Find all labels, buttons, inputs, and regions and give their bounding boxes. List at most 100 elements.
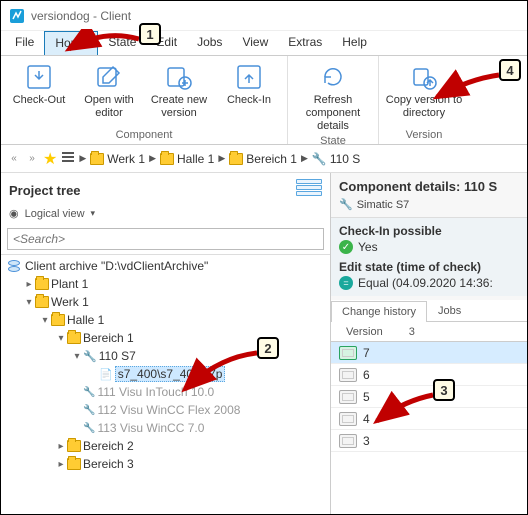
check-in-button[interactable]: Check-In: [217, 60, 281, 107]
chevron-right-icon: ▶: [149, 153, 156, 164]
breadcrumb-bereich[interactable]: Bereich 1: [229, 152, 297, 166]
version-icon: [339, 412, 357, 426]
view-mode-label: Logical view: [25, 208, 85, 220]
version-number: 4: [363, 412, 370, 426]
ribbon-group-component: Check-Out Open with editor Create new ve…: [1, 56, 288, 144]
tab-change-history[interactable]: Change history: [331, 301, 427, 322]
tree-bereich2[interactable]: ▸Bereich 2: [5, 437, 326, 455]
folder-icon: [67, 440, 81, 452]
component-type-row: 🔧 Simatic S7: [331, 198, 527, 217]
breadcrumb-bereich-label: Bereich 1: [246, 152, 297, 166]
arrow-2: [179, 347, 261, 397]
menu-extras[interactable]: Extras: [278, 31, 332, 55]
checkin-block: Check-In possible ✓ Yes Edit state (time…: [331, 217, 527, 296]
details-header: Component details: 110 S: [331, 173, 527, 198]
expand-icon[interactable]: ▸: [55, 459, 67, 470]
chevron-right-icon: ▶: [79, 153, 86, 164]
chevron-right-icon: ▶: [218, 153, 225, 164]
tree-label: Halle 1: [67, 313, 104, 327]
collapse-icon[interactable]: ▾: [23, 297, 35, 308]
view-mode-icon: ◉: [9, 207, 19, 220]
check-in-label: Check-In: [227, 94, 271, 107]
version-icon: [339, 390, 357, 404]
tree-label: Werk 1: [51, 295, 89, 309]
tree-archive-root[interactable]: Client archive "D:\vdClientArchive": [5, 257, 326, 275]
folder-icon: [90, 153, 104, 165]
tree-112[interactable]: 🔧112 Visu WinCC Flex 2008: [5, 401, 326, 419]
menu-help[interactable]: Help: [332, 31, 377, 55]
check-out-icon: [24, 62, 54, 92]
nav-fwd-icon[interactable]: »: [25, 152, 39, 166]
column-3: 3: [398, 322, 426, 341]
callout-2: 2: [257, 337, 279, 359]
version-number: 6: [363, 368, 370, 382]
tree-111[interactable]: 🔧111 Visu InTouch 10.0: [5, 383, 326, 401]
breadcrumb-bar: « » ★ ▶ Werk 1 ▶ Halle 1 ▶ Bereich 1 ▶ 🔧…: [1, 145, 527, 173]
breadcrumb-device-label: 110 S: [330, 152, 360, 166]
folder-icon: [35, 278, 49, 290]
version-icon: [339, 368, 357, 382]
ribbon-group-state: Refresh component details State: [288, 56, 379, 144]
expand-icon[interactable]: ▸: [55, 441, 67, 452]
project-tree-header: Project tree: [1, 173, 330, 207]
search-input[interactable]: [7, 228, 324, 250]
nav-back-icon[interactable]: «: [7, 152, 21, 166]
refresh-details-button[interactable]: Refresh component details: [294, 60, 372, 134]
ribbon-group-component-label: Component: [116, 128, 173, 142]
version-header-row: Version 3: [331, 322, 527, 342]
view-mode-row[interactable]: ◉ Logical view ▾: [1, 207, 330, 226]
version-row[interactable]: 6: [331, 364, 527, 386]
device-icon: 🔧: [83, 423, 95, 434]
component-type: Simatic S7: [357, 199, 410, 211]
tree-bereich3[interactable]: ▸Bereich 3: [5, 455, 326, 473]
version-number: 7: [363, 346, 370, 360]
tree-label: Client archive "D:\vdClientArchive": [25, 259, 208, 273]
tree-113[interactable]: 🔧113 Visu WinCC 7.0: [5, 419, 326, 437]
callout-4: 4: [499, 59, 521, 81]
version-number: 3: [363, 434, 370, 448]
version-row[interactable]: 7: [331, 342, 527, 364]
tree-werk1[interactable]: ▾ Werk 1: [5, 293, 326, 311]
callout-1: 1: [139, 23, 161, 45]
create-version-button[interactable]: Create new version: [147, 60, 211, 120]
menu-file[interactable]: File: [5, 31, 44, 55]
list-icon[interactable]: [61, 150, 75, 167]
pencil-icon: [94, 62, 124, 92]
device-icon: 🔧: [83, 405, 95, 416]
collapse-icon[interactable]: ▾: [71, 351, 83, 362]
version-row[interactable]: 3: [331, 430, 527, 452]
server-icon[interactable]: [296, 179, 322, 201]
tree-plant1[interactable]: ▸Plant 1: [5, 275, 326, 293]
archive-icon: [7, 260, 21, 272]
collapse-icon[interactable]: ▾: [55, 333, 67, 344]
tree-halle1[interactable]: ▾ Halle 1: [5, 311, 326, 329]
column-version[interactable]: Version: [331, 322, 398, 341]
collapse-icon[interactable]: ▾: [39, 315, 51, 326]
refresh-details-label: Refresh component details: [294, 94, 372, 134]
breadcrumb-device[interactable]: 🔧110 S: [312, 152, 360, 166]
create-version-label: Create new version: [147, 94, 211, 120]
tree-110s7-file[interactable]: 📄s7_400\s7_400.s7p: [5, 365, 326, 383]
menu-jobs[interactable]: Jobs: [187, 31, 232, 55]
arrow-1: [63, 29, 141, 59]
open-editor-label: Open with editor: [77, 94, 141, 120]
version-icon: [339, 434, 357, 448]
breadcrumb-halle[interactable]: Halle 1: [160, 152, 214, 166]
tab-jobs[interactable]: Jobs: [427, 300, 472, 321]
device-icon: 🔧: [83, 387, 95, 398]
window-title: versiondog - Client: [31, 9, 131, 23]
breadcrumb-halle-label: Halle 1: [177, 152, 214, 166]
favorite-icon[interactable]: ★: [43, 149, 57, 169]
expand-icon[interactable]: ▸: [23, 279, 35, 290]
callout-3: 3: [433, 379, 455, 401]
chevron-right-icon: ▶: [301, 153, 308, 164]
tree-label: 113 Visu WinCC 7.0: [97, 421, 204, 435]
project-tree: Client archive "D:\vdClientArchive" ▸Pla…: [1, 254, 330, 514]
details-pane: Component details: 110 S 🔧 Simatic S7 Ch…: [331, 173, 527, 514]
arrow-4: [433, 69, 503, 105]
open-editor-button[interactable]: Open with editor: [77, 60, 141, 120]
refresh-icon: [318, 62, 348, 92]
menu-view[interactable]: View: [232, 31, 278, 55]
check-out-button[interactable]: Check-Out: [7, 60, 71, 107]
breadcrumb-werk[interactable]: Werk 1: [90, 152, 145, 166]
